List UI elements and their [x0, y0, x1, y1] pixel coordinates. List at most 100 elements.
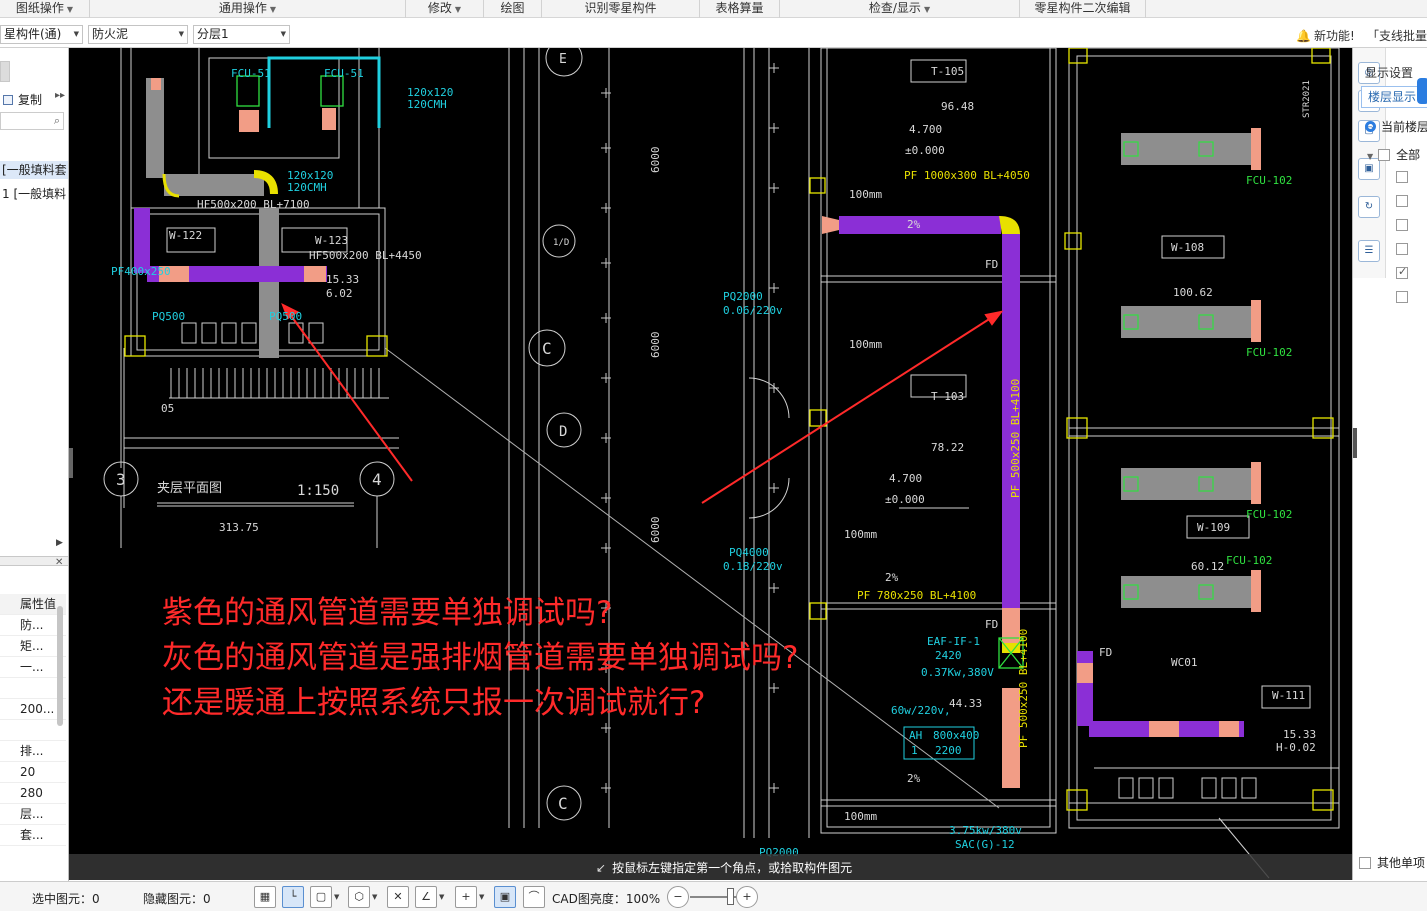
copy-button[interactable]: 复制: [3, 91, 42, 108]
grid-e: E: [559, 52, 567, 67]
select-box-icon[interactable]: ▢: [310, 886, 332, 908]
layer-select[interactable]: 分层1 ▼: [193, 25, 290, 44]
grid-1d: 1/D: [553, 238, 569, 248]
property-row[interactable]: 20: [0, 762, 66, 783]
cross-snap-icon[interactable]: ✕: [387, 886, 409, 908]
label-h002: H-0.02: [1276, 741, 1316, 754]
label-fcu102d: FCU-102: [1226, 554, 1272, 567]
label-pct2b: 2%: [885, 571, 899, 584]
list-settings-icon[interactable]: ☰: [1358, 240, 1380, 262]
close-icon[interactable]: ✕: [55, 557, 63, 568]
batch-branch-link[interactable]: 「支线批量设: [1367, 27, 1427, 44]
label-pq2000v: 0.06/220v: [723, 304, 783, 317]
checkbox-row[interactable]: [1396, 290, 1414, 304]
dynamic-input-icon[interactable]: +: [455, 886, 477, 908]
checkbox[interactable]: [1378, 149, 1391, 161]
label-pq4000v: 0.18/220v: [723, 560, 783, 573]
radio-current-floor[interactable]: 当前楼层: [1365, 118, 1427, 135]
menu-secondary-edit[interactable]: 零星构件二次编辑: [1020, 0, 1146, 18]
label-05: 05: [161, 402, 174, 415]
label-v7822: 78.22: [931, 441, 964, 454]
tree-item-fill[interactable]: 1 [一般填料: [0, 185, 66, 203]
menu-general-ops[interactable]: 通用操作 ▼: [90, 0, 406, 18]
zoom-in-icon[interactable]: +: [736, 886, 758, 908]
label-v1533b: 15.33: [1283, 728, 1316, 741]
new-feature-link[interactable]: 🔔 新功能!: [1296, 27, 1355, 44]
tree-all[interactable]: ▼ 全部: [1367, 146, 1420, 163]
more-arrows-icon[interactable]: ▸▸: [55, 90, 65, 101]
checkbox-checked[interactable]: [1396, 265, 1408, 279]
menu-modify[interactable]: 修改 ▼: [406, 0, 484, 18]
copy-icon: [3, 95, 13, 105]
angle-icon[interactable]: ∠: [415, 886, 437, 908]
brightness-slider-knob[interactable]: [727, 888, 734, 905]
panel-resize-handle[interactable]: [1353, 428, 1357, 458]
checkbox[interactable]: [1396, 171, 1408, 183]
label-fcu102b: FCU-102: [1246, 346, 1292, 359]
hvac-plan-drawing: FCU-51 FCU-51 120x120 120CMH 120x120 120…: [103, 48, 1340, 879]
label-pf1: PF 1000x300 BL+4050: [904, 169, 1030, 182]
label-v6012: 60.12: [1191, 560, 1224, 573]
menu-draw[interactable]: 绘图: [484, 0, 542, 18]
other-items-checkbox[interactable]: 其他单项: [1359, 854, 1425, 871]
material-select[interactable]: 防火泥 ▼: [88, 25, 188, 44]
menu-drawing-ops[interactable]: 图纸操作 ▼: [0, 0, 90, 18]
panel-toggle[interactable]: [1417, 78, 1427, 104]
property-row[interactable]: 套...: [0, 825, 66, 846]
plan-elevation: 313.75: [219, 521, 259, 534]
scrollbar[interactable]: [57, 606, 63, 726]
display-settings-panel: ◎ 3D ▢ ▣ ↻ ☰ 显示设置 楼层显示 当前楼层 ▼全部 其他单项: [1352, 48, 1427, 880]
scroll-right-icon[interactable]: ▶: [56, 538, 63, 548]
property-row[interactable]: 排...: [0, 741, 66, 762]
grid-snap-icon[interactable]: ▦: [254, 886, 276, 908]
checkbox-row[interactable]: [1396, 194, 1414, 208]
ortho-icon[interactable]: └: [282, 886, 304, 908]
label-hf2: HF500x200 BL+4450: [309, 249, 422, 262]
label-mm100c: 100mm: [844, 528, 877, 541]
label-sac: SAC(G)-12: [955, 838, 1015, 851]
checkbox[interactable]: [1396, 195, 1408, 207]
label-fcu51a: FCU-51: [231, 67, 271, 80]
chevron-down-icon[interactable]: ▼: [372, 886, 382, 908]
chevron-down-icon[interactable]: ▼: [334, 886, 344, 908]
curve-icon[interactable]: ⌒: [523, 886, 545, 908]
property-row[interactable]: 层...: [0, 804, 66, 825]
3d-box-icon[interactable]: ⬡: [348, 886, 370, 908]
zoom-out-icon[interactable]: −: [667, 886, 689, 908]
grid-3: 3: [116, 470, 126, 489]
label-mm100b: 100mm: [849, 338, 882, 351]
checkbox[interactable]: [1359, 857, 1371, 869]
component-type-select[interactable]: 星构件(通) ▼: [0, 25, 83, 44]
label-hf1: HF500x200 BL+7100: [197, 198, 310, 211]
menu-table-calc[interactable]: 表格算量: [700, 0, 780, 18]
component-search-input[interactable]: ⌕: [0, 112, 64, 130]
checkbox-row[interactable]: [1396, 218, 1414, 232]
rotate-icon[interactable]: ↻: [1358, 196, 1380, 218]
cad-drawing-canvas[interactable]: FCU-51 FCU-51 120x120 120CMH 120x120 120…: [69, 48, 1352, 880]
chevron-down-icon: ▼: [269, 5, 277, 14]
cad-brightness-label: CAD图亮度：100%: [552, 892, 661, 906]
label-pq4000: PQ4000: [729, 546, 769, 559]
menu-identify-misc[interactable]: 识别零星构件: [542, 0, 700, 18]
chevron-down-icon: ▼: [66, 5, 74, 14]
checkbox[interactable]: [1396, 243, 1408, 255]
panel-tab-handle[interactable]: [0, 61, 10, 82]
checkbox-row[interactable]: [1396, 265, 1414, 280]
question-line: 灰色的通风管道是强排烟管道需要单独调试吗?: [162, 640, 799, 676]
checkbox-row[interactable]: [1396, 242, 1414, 256]
display-icon[interactable]: ▣: [494, 886, 516, 908]
checkbox-row[interactable]: [1396, 170, 1414, 184]
tree-item-fill-sleeve[interactable]: [一般填料套: [0, 161, 68, 179]
label-r120d: 120CMH: [287, 181, 327, 194]
property-row[interactable]: 280: [0, 783, 66, 804]
canvas-left-handle[interactable]: [69, 448, 73, 478]
label-ah1: 800x400: [933, 729, 979, 742]
chevron-down-icon[interactable]: ▼: [439, 886, 449, 908]
menu-check-display[interactable]: 检查/显示 ▼: [780, 0, 1020, 18]
label-fd2: FD: [985, 618, 998, 631]
checkbox[interactable]: [1396, 291, 1408, 303]
label-mm100d: 100mm: [844, 810, 877, 823]
chevron-down-icon[interactable]: ▼: [479, 886, 489, 908]
label-pct2a: 2%: [907, 218, 921, 231]
checkbox[interactable]: [1396, 219, 1408, 231]
